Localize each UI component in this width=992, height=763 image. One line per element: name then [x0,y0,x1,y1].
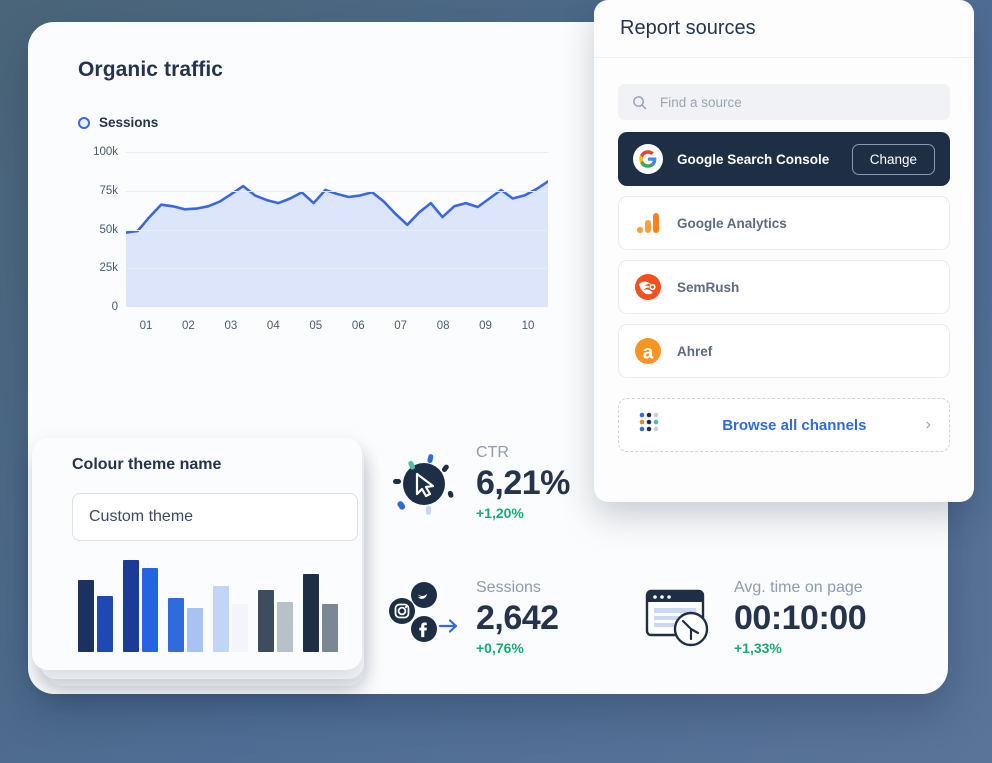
palette-bar [232,604,248,652]
kpi-avg-time: Avg. time on page 00:10:00 +1,33% [640,578,867,657]
area-chart: 0 25k 50k 75k 100k 01 02 03 04 05 06 07 08 09 10 [78,146,548,332]
kpi-ctr: CTR 6,21% +1,20% [388,443,570,521]
kpi-avg-time-delta: +1,33% [734,640,782,657]
kpi-sessions-label: Sessions [476,579,541,596]
palette-bar [303,574,319,652]
search-input[interactable] [660,94,936,110]
colour-theme-card: Colour theme name [32,438,362,670]
source-row-ahref[interactable]: a Ahref [618,324,950,378]
x-tick-label: 10 [521,320,535,332]
palette-bar [277,602,293,652]
panel-header: Report sources [594,0,974,58]
app-root: Organic traffic Sessions 0 25k 50k 75k 100k … [0,0,992,763]
legend-label-sessions: Sessions [99,115,159,130]
palette-bar [168,598,184,652]
source-name-semrush: SemRush [677,279,740,295]
palette-bar [123,560,139,652]
kpi-sessions-text: Sessions 2,642 +0,76% [476,578,559,656]
kpi-sessions: Sessions 2,642 +0,76% [388,578,559,656]
y-tick-label: 25k [99,262,118,275]
browse-all-channels-label: Browse all channels [722,416,867,434]
ahref-icon: a [633,337,663,365]
chart-legend: Sessions [78,115,578,130]
kpi-sessions-value: 2,642 [476,599,559,637]
kpi-avg-time-text: Avg. time on page 00:10:00 +1,33% [734,578,867,657]
cursor-click-icon [393,454,454,516]
page-title: Organic traffic [78,58,224,81]
report-sources-panel: Report sources Find a source Google Sear… [594,0,974,502]
x-tick-label: 05 [309,320,323,332]
gridline [126,229,548,231]
source-name-google-analytics: Google Analytics [677,215,787,231]
legend-dot-icon [78,116,90,129]
x-tick-label: 04 [266,320,280,332]
x-tick-label: 07 [394,320,408,332]
x-tick-label: 02 [182,320,195,332]
y-tick-label: 0 [111,301,118,313]
colour-theme-title: Colour theme name [72,456,222,473]
dot-grid-icon [637,410,663,441]
theme-name-input[interactable] [72,493,358,541]
organic-traffic-chart-block: Organic traffic Sessions 0 25k 50k 75k 100k … [78,58,578,332]
semrush-icon [633,273,663,301]
source-name-ahref: Ahref [677,343,713,359]
y-tick-label: 50k [99,223,118,236]
kpi-avg-time-label: Avg. time on page [734,579,863,596]
kpi-ctr-label: CTR [476,444,509,461]
social-networks-icon [389,582,458,643]
gridline [126,190,548,192]
change-source-button[interactable]: Change [851,143,935,175]
kpi-sessions-delta: +0,76% [476,640,524,657]
palette-bar [213,586,229,652]
gridline [126,152,548,153]
y-tick-label: 100k [93,146,118,158]
plot-area [126,152,548,307]
palette-bar [322,604,338,652]
panel-body: Google Search Console Change Google Anal… [594,58,974,452]
search-icon [633,95,647,109]
y-axis-labels: 0 25k 50k 75k 100k [78,146,118,313]
kpi-avg-time-value: 00:10:00 [734,599,867,637]
palette-bar [97,596,113,652]
source-name-google-search-console: Google Search Console [677,151,830,167]
x-tick-label: 09 [479,320,492,332]
palette-bar [142,568,158,652]
palette-bar [78,580,94,652]
x-tick-label: 06 [351,320,365,332]
source-row-google-search-console[interactable]: Google Search Console Change [618,132,950,186]
browser-clock-icon [645,589,709,647]
browse-all-channels-button[interactable]: Browse all channels › [618,398,950,452]
chevron-right-icon: › [925,416,931,433]
source-search[interactable] [618,84,950,120]
source-row-google-analytics[interactable]: Google Analytics [618,196,950,250]
svg-text:a: a [643,343,654,364]
kpi-ctr-delta: +1,20% [476,505,524,522]
palette-bar-chart [78,560,348,652]
palette-bar [187,608,203,652]
google-icon [633,144,663,174]
kpi-ctr-value: 6,21% [476,464,570,502]
google-analytics-icon [633,209,663,237]
x-tick-label: 03 [224,320,238,332]
x-axis-labels: 01 02 03 04 05 06 07 08 09 10 [126,320,548,336]
panel-title: Report sources [620,17,756,39]
x-tick-label: 01 [139,320,153,332]
y-tick-label: 75k [99,184,118,197]
x-tick-label: 08 [436,320,450,332]
gridline [126,268,548,270]
palette-bar [258,590,274,652]
kpi-ctr-text: CTR 6,21% +1,20% [476,443,570,521]
source-row-semrush[interactable]: SemRush [618,260,950,314]
